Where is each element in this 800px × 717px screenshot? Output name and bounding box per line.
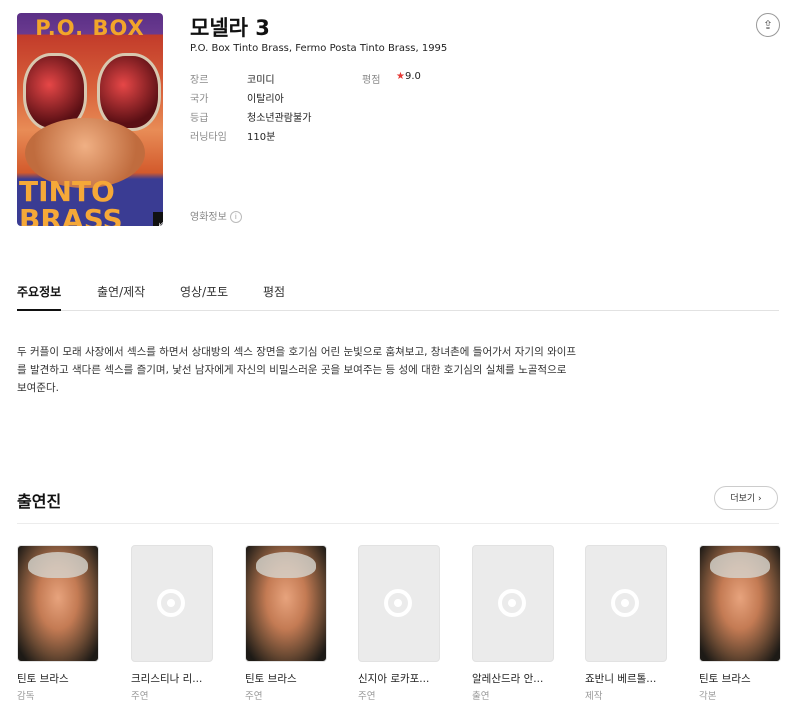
cast-item[interactable]: 죠반니 베르톨... 제작 <box>585 545 667 702</box>
genre-label: 장르 <box>190 75 209 86</box>
person-role: 각본 <box>699 691 717 702</box>
tab-main-info[interactable]: 주요정보 <box>17 283 62 311</box>
person-photo <box>245 545 327 662</box>
movie-title: 모넬라 3 <box>190 16 270 40</box>
cast-item[interactable]: 틴토 브라스 각본 <box>699 545 781 702</box>
film-reel-icon <box>611 589 639 617</box>
divider <box>17 523 779 524</box>
poster-title-text: P.O. BOX <box>35 16 145 40</box>
runtime-value: 110분 <box>247 132 276 143</box>
person-name: 알레산드라 안... <box>472 673 544 685</box>
person-name: 틴토 브라스 <box>17 673 69 685</box>
movie-poster[interactable]: P.O. BOX TINTO BRASS ⤢ <box>17 13 163 226</box>
movie-info-label: 영화정보 <box>190 212 227 223</box>
tab-bar: 주요정보 출연/제작 영상/포토 평점 <box>17 283 779 311</box>
expand-icon[interactable]: ⤢ <box>153 212 163 226</box>
poster-lens-right <box>97 53 161 131</box>
person-role: 주연 <box>245 691 263 702</box>
film-reel-icon <box>498 589 526 617</box>
person-name: 신지아 로카포... <box>358 673 430 685</box>
poster-bottom-text: TINTO BRASS <box>19 175 123 227</box>
movie-info-link[interactable]: 영화정보 i <box>190 208 242 223</box>
cast-item[interactable]: 크리스티나 리... 주연 <box>131 545 213 702</box>
more-button[interactable]: 더보기 › <box>714 486 778 510</box>
cast-item[interactable]: 틴토 브라스 주연 <box>245 545 327 702</box>
person-role: 감독 <box>17 691 35 702</box>
film-reel-icon <box>157 589 185 617</box>
person-role: 주연 <box>358 691 376 702</box>
rating-value: 청소년관람불가 <box>247 113 312 124</box>
rating-label: 등급 <box>190 113 209 124</box>
cast-item[interactable]: 신지아 로카포... 주연 <box>358 545 440 702</box>
runtime-label: 러닝타임 <box>190 132 227 143</box>
cast-item[interactable]: 알레산드라 안... 출연 <box>472 545 554 702</box>
cast-section-title: 출연진 <box>17 492 62 511</box>
person-photo <box>17 545 99 662</box>
star-icon: ★ <box>396 71 405 82</box>
score-value: 9.0 <box>404 71 421 82</box>
film-reel-icon <box>384 589 412 617</box>
original-title: P.O. Box Tinto Brass, Fermo Posta Tinto … <box>190 43 448 54</box>
share-icon[interactable]: ⇪ <box>756 13 780 37</box>
person-name: 죠반니 베르톨... <box>585 673 657 685</box>
person-role: 출연 <box>472 691 490 702</box>
person-role: 제작 <box>585 691 603 702</box>
info-icon: i <box>229 211 242 223</box>
country-value: 이탈리아 <box>247 94 284 105</box>
person-photo <box>699 545 781 662</box>
tab-cast-crew[interactable]: 출연/제작 <box>97 283 145 309</box>
person-name: 크리스티나 리... <box>131 673 203 685</box>
person-name: 틴토 브라스 <box>699 673 751 685</box>
person-photo-placeholder <box>472 545 554 662</box>
person-photo-placeholder <box>131 545 213 662</box>
cast-item[interactable]: 틴토 브라스 감독 <box>17 545 99 702</box>
genre-value: 코미디 <box>247 75 275 86</box>
person-name: 틴토 브라스 <box>245 673 297 685</box>
genre-row: 장르 <box>190 71 208 86</box>
country-label: 국가 <box>190 94 209 105</box>
tab-reviews[interactable]: 평점 <box>263 283 285 309</box>
person-photo-placeholder <box>585 545 667 662</box>
score-label: 평점 <box>362 75 381 86</box>
synopsis-text: 두 커플이 모래 사장에서 섹스를 하면서 상대방의 섹스 장면을 호기심 어린… <box>17 346 577 394</box>
tab-video-photo[interactable]: 영상/포토 <box>180 283 228 309</box>
person-role: 주연 <box>131 691 149 702</box>
person-photo-placeholder <box>358 545 440 662</box>
